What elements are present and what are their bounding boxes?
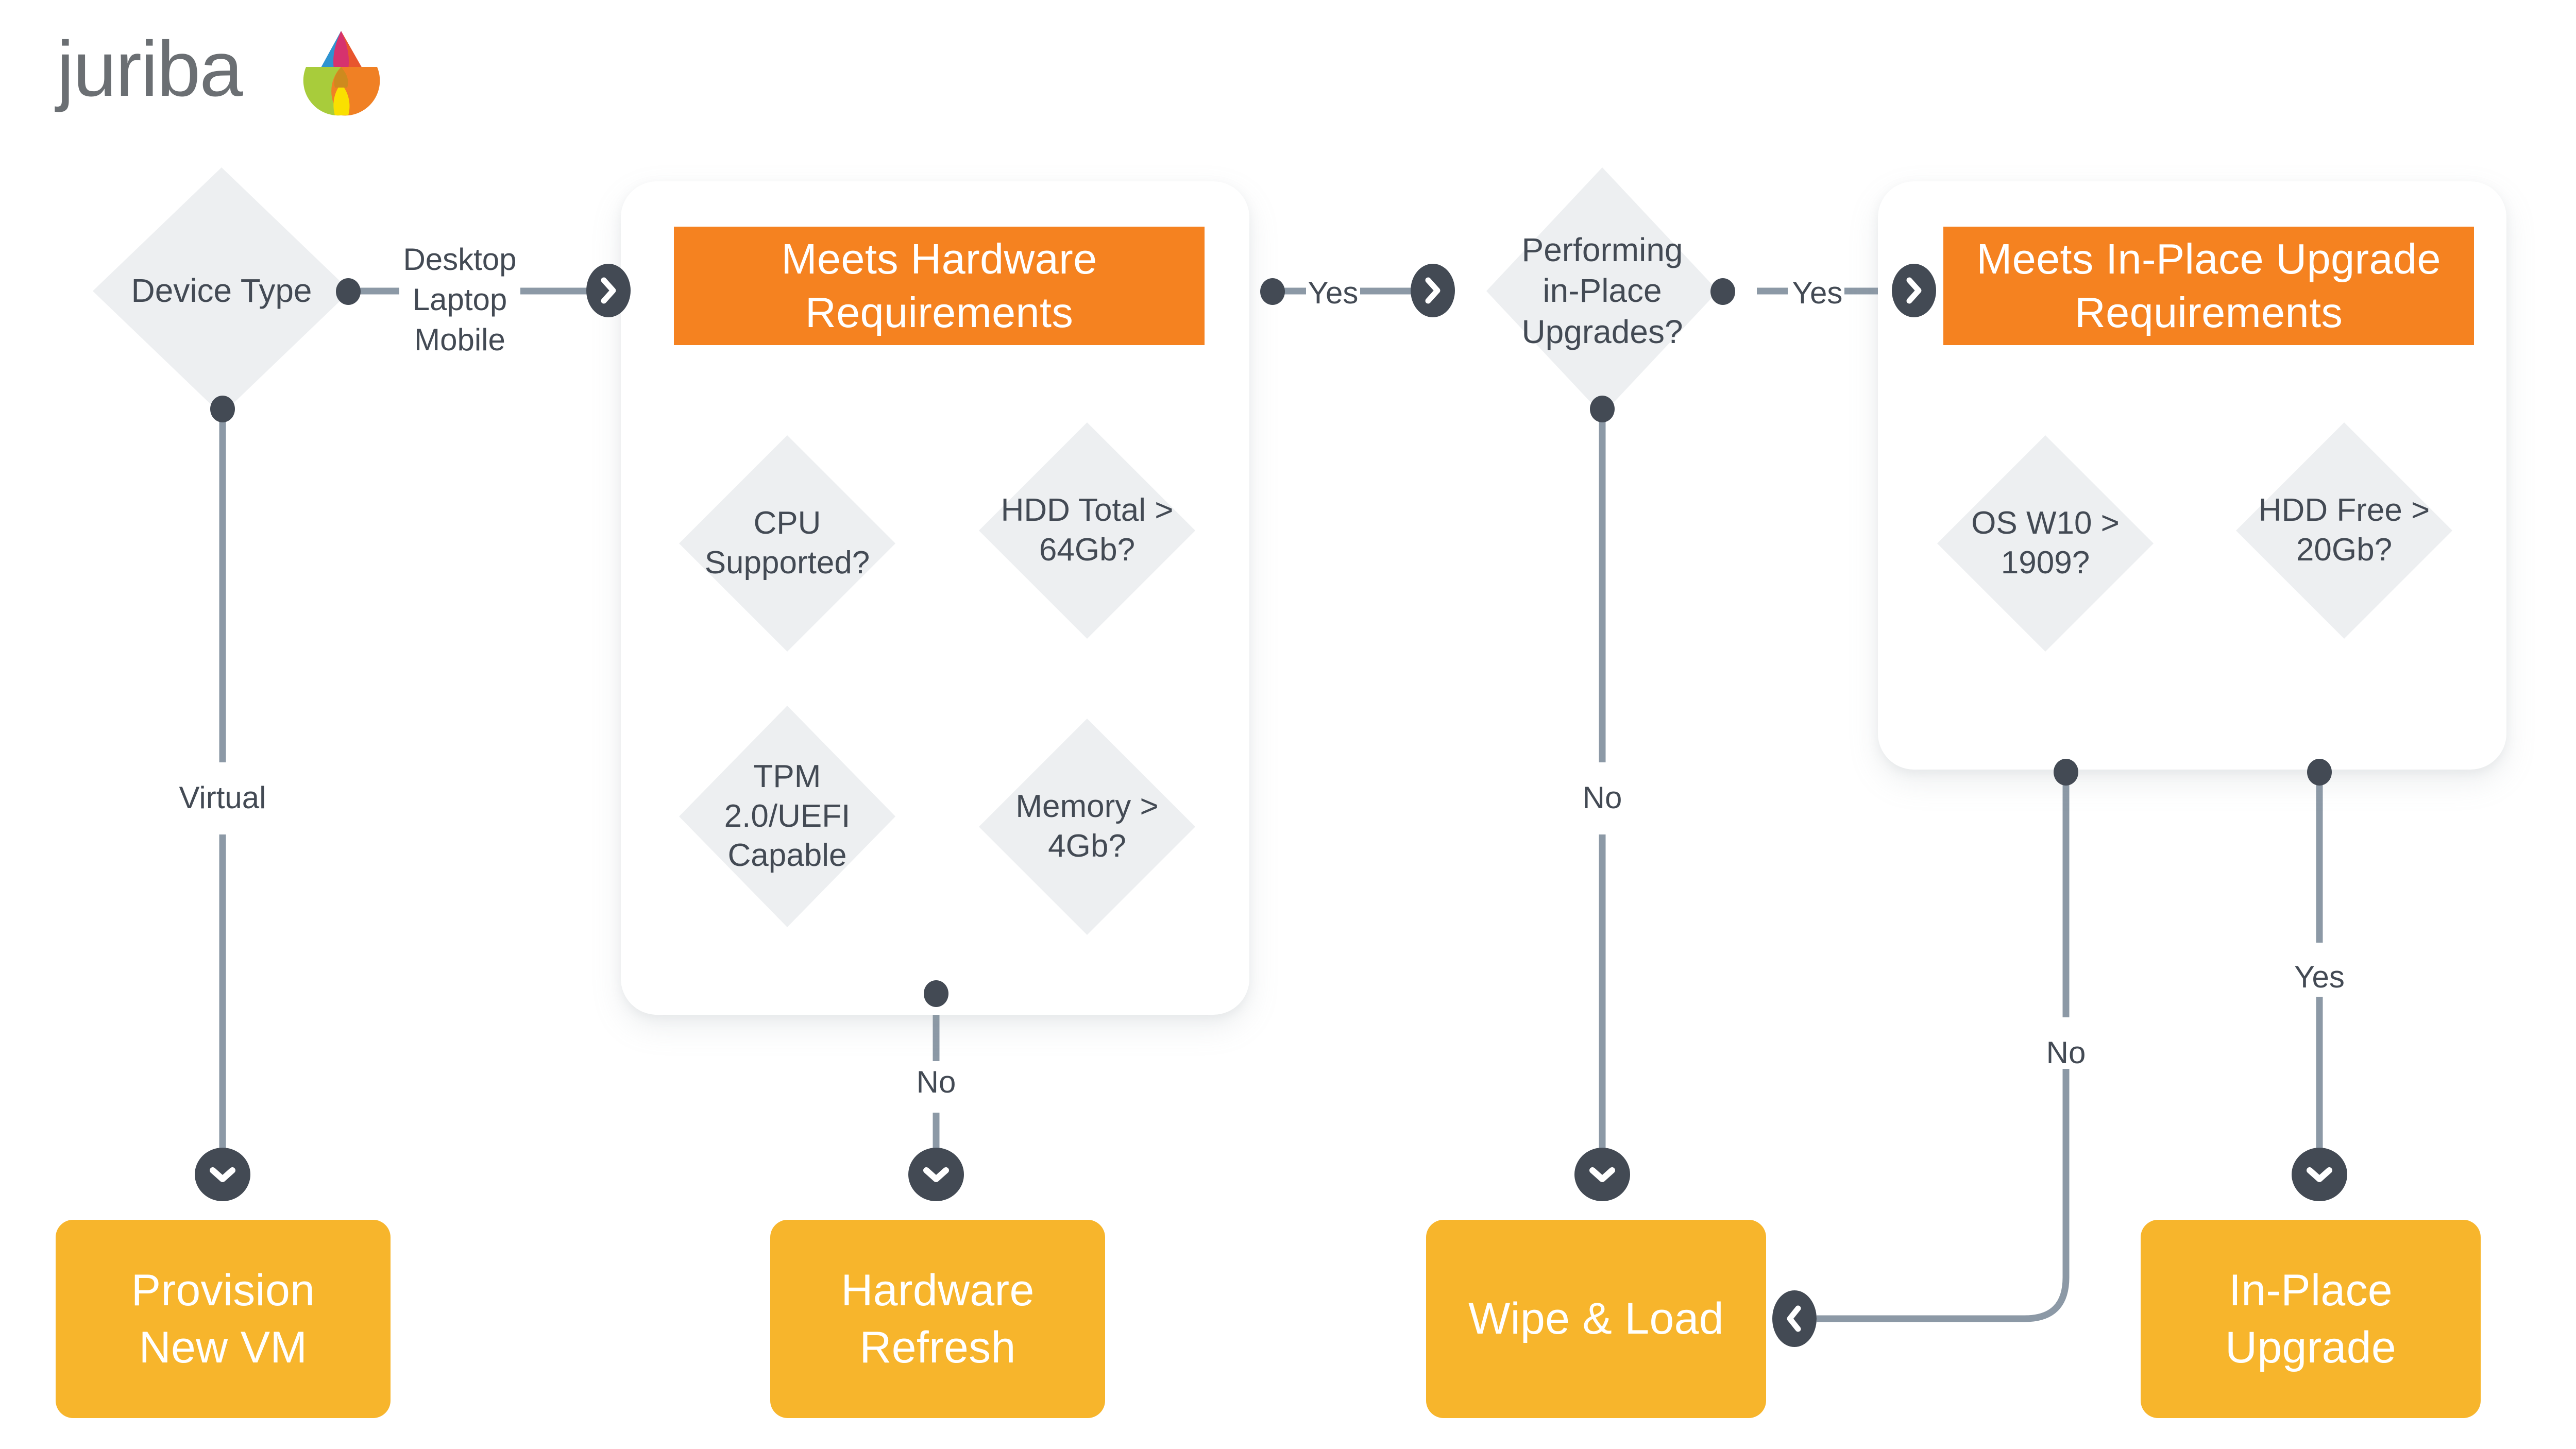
check-hdd-total[interactable]: HDD Total > 64Gb? bbox=[979, 422, 1195, 639]
arrow-to-wipe-and-load[interactable] bbox=[1574, 1148, 1630, 1201]
outcome-hardware-refresh[interactable]: Hardware Refresh bbox=[770, 1220, 1105, 1418]
outcome-provision-new-vm[interactable]: Provision New VM bbox=[56, 1220, 391, 1418]
arrow-to-in-place-upgrade[interactable] bbox=[2292, 1148, 2347, 1201]
decision-performing-in-place-upgrades[interactable]: Performing in-Place Upgrades? bbox=[1486, 167, 1718, 415]
check-cpu-supported[interactable]: CPU Supported? bbox=[679, 435, 895, 652]
edge-label-ipu-card-no: No bbox=[2046, 1035, 2086, 1070]
outcome-hardware-refresh-label: Hardware Refresh bbox=[841, 1266, 1035, 1372]
card-hardware-header: Meets Hardware Requirements bbox=[674, 227, 1205, 345]
check-hdd-free-label: HDD Free > 20Gb? bbox=[2258, 492, 2430, 568]
decision-performing-in-place-upgrades-label: Performing in-Place Upgrades? bbox=[1521, 231, 1683, 350]
junction-dot-icon bbox=[1590, 396, 1615, 422]
wire-ipu-no-elbow bbox=[1817, 1069, 2070, 1322]
edge-label-virtual: Virtual bbox=[179, 780, 266, 815]
arrow-to-decision[interactable] bbox=[1411, 264, 1455, 317]
junction-dot-icon bbox=[2054, 759, 2078, 786]
chevron-down-icon bbox=[1589, 1167, 1615, 1182]
chevron-down-icon bbox=[2307, 1167, 2332, 1182]
check-hdd-free[interactable]: HDD Free > 20Gb? bbox=[2236, 422, 2452, 639]
check-memory-label: Memory > 4Gb? bbox=[1015, 789, 1159, 864]
check-os-w10-version[interactable]: OS W10 > 1909? bbox=[1937, 435, 2154, 652]
junction-dot-icon bbox=[1260, 278, 1285, 305]
chevron-right-icon bbox=[1906, 277, 1922, 304]
outcome-in-place-upgrade[interactable]: In-Place Upgrade bbox=[2141, 1220, 2481, 1418]
card-ipu-header: Meets In-Place Upgrade Requirements bbox=[1943, 227, 2474, 345]
check-tpm-uefi[interactable]: TPM 2.0/UEFI Capable bbox=[679, 706, 895, 927]
arrow-to-hardware-card[interactable] bbox=[586, 264, 631, 317]
chevron-down-icon bbox=[210, 1167, 235, 1182]
flowchart-canvas: juriba Device Type Meets Hardware Requir… bbox=[0, 0, 2576, 1449]
check-memory[interactable]: Memory > 4Gb? bbox=[979, 719, 1195, 935]
junction-dot-icon bbox=[336, 278, 361, 305]
outcome-wipe-and-load[interactable]: Wipe & Load bbox=[1426, 1220, 1766, 1418]
arrow-to-hardware-refresh[interactable] bbox=[908, 1148, 964, 1201]
edge-label-ipu-card-yes: Yes bbox=[2294, 960, 2345, 994]
chevron-right-icon bbox=[601, 277, 616, 304]
edge-label-decision-no: No bbox=[1582, 780, 1622, 815]
outcome-provision-new-vm-label: Provision New VM bbox=[131, 1266, 315, 1372]
chevron-down-icon bbox=[923, 1167, 949, 1182]
check-os-w10-version-label: OS W10 > 1909? bbox=[1971, 505, 2120, 581]
decision-device-type[interactable]: Device Type bbox=[93, 167, 350, 415]
check-cpu-supported-label: CPU Supported? bbox=[704, 505, 870, 581]
arrow-to-ipu-card[interactable] bbox=[1892, 264, 1936, 317]
chevron-left-icon bbox=[1787, 1305, 1801, 1332]
check-hdd-total-label: HDD Total > 64Gb? bbox=[1001, 492, 1174, 568]
junction-dot-icon bbox=[210, 396, 235, 422]
junction-dot-icon bbox=[2307, 759, 2332, 786]
edge-label-decision-yes: Yes bbox=[1792, 276, 1843, 310]
arrow-to-provision-new-vm[interactable] bbox=[195, 1148, 250, 1201]
chevron-right-icon bbox=[1425, 277, 1440, 304]
edge-label-hardware-no: No bbox=[916, 1065, 956, 1099]
check-tpm-uefi-label: TPM 2.0/UEFI Capable bbox=[724, 758, 851, 874]
arrow-back-to-wipe-and-load[interactable] bbox=[1772, 1290, 1817, 1347]
junction-dot-icon bbox=[1710, 278, 1735, 305]
junction-dot-icon bbox=[924, 980, 948, 1007]
edge-label-hardware-yes: Yes bbox=[1308, 276, 1359, 310]
edge-label-device-to-hardware: Desktop Laptop Mobile bbox=[403, 242, 517, 357]
outcome-in-place-upgrade-label: In-Place Upgrade bbox=[2225, 1266, 2396, 1372]
decision-device-type-label: Device Type bbox=[131, 272, 312, 310]
outcome-wipe-and-load-label: Wipe & Load bbox=[1468, 1294, 1724, 1344]
